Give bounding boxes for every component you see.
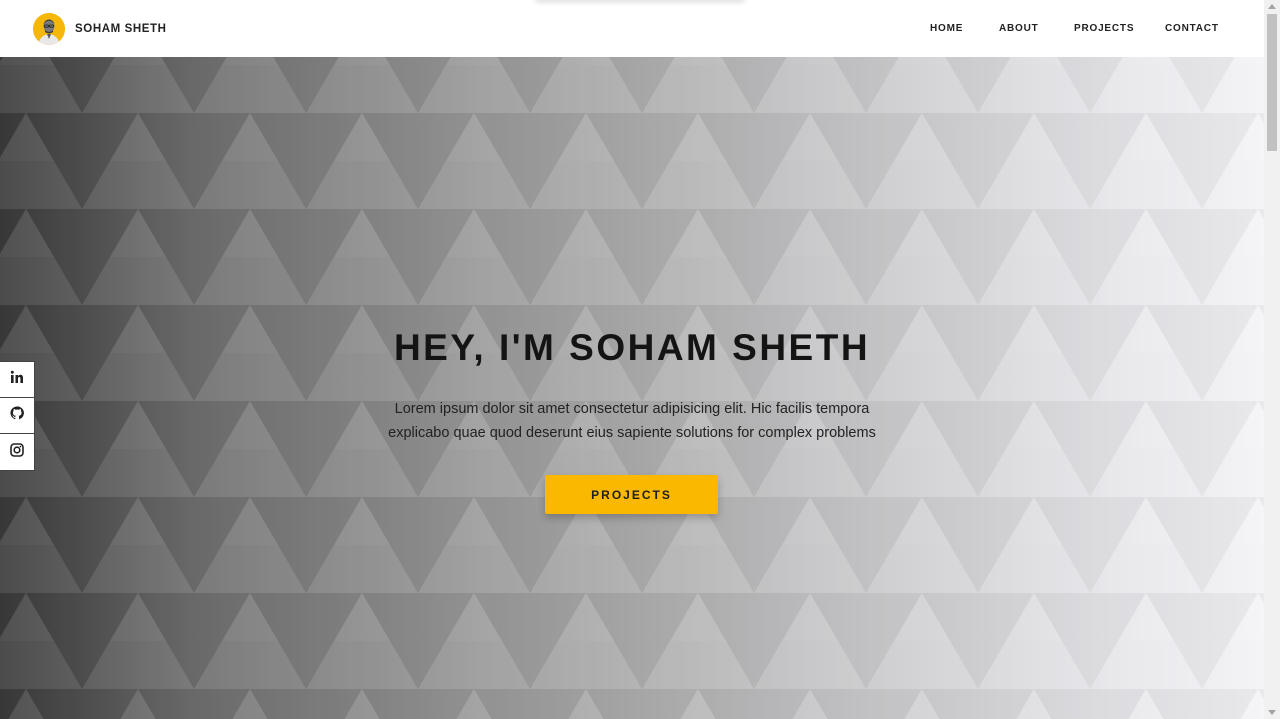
scroll-up-arrow-icon[interactable] [1268,4,1276,9]
hero-title: HEY, I'M SOHAM SHETH [393,327,871,368]
hero-content: HEY, I'M SOHAM SHETH Lorem ipsum dolor s… [0,57,1264,719]
instagram-link[interactable] [0,434,34,470]
nav-about[interactable]: ABOUT [999,23,1039,34]
nav-projects[interactable]: PROJECTS [1074,23,1134,34]
instagram-icon [10,442,24,462]
page-scrollbar[interactable] [1264,0,1280,719]
brand[interactable]: SOHAM SHETH [33,12,167,45]
github-icon [10,406,24,425]
avatar [33,12,65,45]
linkedin-icon [10,370,24,389]
scroll-down-arrow-icon[interactable] [1268,710,1276,715]
linkedin-link[interactable] [0,362,34,398]
scrollbar-thumb[interactable] [1267,14,1277,151]
brand-name: SOHAM SHETH [75,22,167,35]
hero-description: Lorem ipsum dolor sit amet consectetur a… [388,401,876,441]
nav-contact[interactable]: CONTACT [1165,23,1219,34]
site-header: SOHAM SHETH HOME ABOUT PROJECTS CONTACT [0,0,1264,57]
github-link[interactable] [0,398,34,434]
hero-section: HEY, I'M SOHAM SHETH Lorem ipsum dolor s… [0,57,1264,719]
social-sidebar [0,361,35,471]
projects-button[interactable]: PROJECTS [545,475,718,514]
nav-home[interactable]: HOME [930,23,963,34]
